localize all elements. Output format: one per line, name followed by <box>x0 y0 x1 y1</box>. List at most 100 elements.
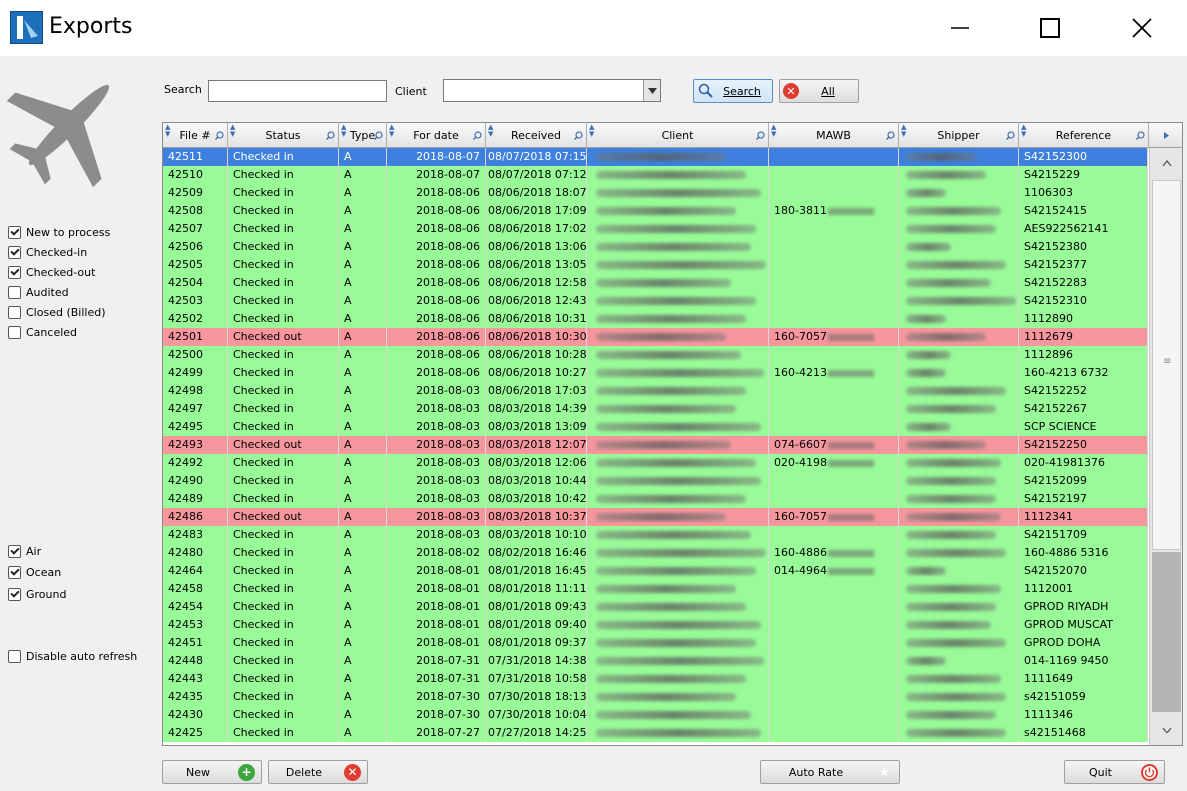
column-header-shipper[interactable]: ▲ ▼ Shipper <box>899 123 1019 147</box>
sort-icon[interactable]: ▲ ▼ <box>165 124 170 138</box>
checkbox-box[interactable] <box>8 325 21 339</box>
filter-search-icon[interactable] <box>374 131 383 140</box>
table-row[interactable]: 42443 Checked in A 2018-07-31 07/31/2018 10:… <box>163 670 1148 688</box>
filter-search-icon[interactable] <box>215 131 224 140</box>
checkbox-box[interactable] <box>8 565 21 579</box>
table-row[interactable]: 42506 Checked in A 2018-08-06 08/06/2018 13:… <box>163 238 1148 256</box>
scrollbar-track[interactable] <box>1152 552 1181 712</box>
column-header-type[interactable]: ▲ ▼ Type <box>339 123 387 147</box>
checkbox-box[interactable] <box>8 544 21 558</box>
checkbox-box[interactable] <box>8 285 21 299</box>
sort-icon[interactable]: ▲ ▼ <box>589 124 594 138</box>
table-row[interactable]: 42451 Checked in A 2018-08-01 08/01/2018 09:… <box>163 634 1148 652</box>
vertical-scrollbar[interactable]: ≡ <box>1149 148 1182 745</box>
minimize-icon[interactable] <box>937 8 983 48</box>
table-row[interactable]: 42464 Checked in A 2018-08-01 08/01/2018 16:… <box>163 562 1148 580</box>
sort-icon[interactable]: ▲ ▼ <box>389 124 394 138</box>
checkbox-box[interactable] <box>8 649 21 663</box>
cell-client-redacted <box>587 382 769 400</box>
table-row[interactable]: 42489 Checked in A 2018-08-03 08/03/2018 10:… <box>163 490 1148 508</box>
filter-search-icon[interactable] <box>1136 131 1145 140</box>
status-checkbox-closed-billed[interactable]: Closed (Billed) <box>8 304 106 320</box>
sort-icon[interactable]: ▲ ▼ <box>771 124 776 138</box>
dropdown-arrow-icon[interactable] <box>643 80 660 101</box>
checkbox-box[interactable] <box>8 225 21 239</box>
status-checkbox-canceled[interactable]: Canceled <box>8 324 77 340</box>
more-columns-icon[interactable] <box>1149 123 1182 147</box>
client-select[interactable] <box>443 79 661 102</box>
filter-search-icon[interactable] <box>326 131 335 140</box>
cell-file-number: 42502 <box>163 310 228 328</box>
filter-search-icon[interactable] <box>886 131 895 140</box>
status-checkbox-checked-in[interactable]: Checked-in <box>8 244 87 260</box>
disable-auto-refresh-checkbox[interactable]: Disable auto refresh <box>8 648 137 664</box>
status-checkbox-audited[interactable]: Audited <box>8 284 69 300</box>
search-input[interactable] <box>208 80 387 102</box>
scroll-up-icon[interactable] <box>1150 148 1182 178</box>
table-row[interactable]: 42509 Checked in A 2018-08-06 08/06/2018 18:… <box>163 184 1148 202</box>
table-row[interactable]: 42495 Checked in A 2018-08-03 08/03/2018 13:… <box>163 418 1148 436</box>
scroll-down-icon[interactable] <box>1150 715 1182 745</box>
column-header-mawb[interactable]: ▲ ▼ MAWB <box>769 123 899 147</box>
table-row[interactable]: 42500 Checked in A 2018-08-06 08/06/2018 10:… <box>163 346 1148 364</box>
table-row[interactable]: 42508 Checked in A 2018-08-06 08/06/2018 17:… <box>163 202 1148 220</box>
table-row[interactable]: 42448 Checked in A 2018-07-31 07/31/2018 14:… <box>163 652 1148 670</box>
column-header-status[interactable]: ▲ ▼ Status <box>228 123 339 147</box>
column-header-for-date[interactable]: ▲ ▼ For date <box>387 123 486 147</box>
table-row[interactable]: 42503 Checked in A 2018-08-06 08/06/2018 12:… <box>163 292 1148 310</box>
table-row[interactable]: 42499 Checked in A 2018-08-06 08/06/2018 10:… <box>163 364 1148 382</box>
delete-button[interactable]: Delete ✕ <box>268 760 368 784</box>
table-row[interactable]: 42497 Checked in A 2018-08-03 08/03/2018 14:… <box>163 400 1148 418</box>
table-row[interactable]: 42486 Checked out A 2018-08-03 08/03/2018 10… <box>163 508 1148 526</box>
column-header-received[interactable]: ▲ ▼ Received <box>486 123 587 147</box>
sort-icon[interactable]: ▲ ▼ <box>488 124 493 138</box>
filter-search-icon[interactable] <box>574 131 583 140</box>
sort-icon[interactable]: ▲ ▼ <box>1021 124 1026 138</box>
table-row[interactable]: 42507 Checked in A 2018-08-06 08/06/2018 17:… <box>163 220 1148 238</box>
quit-button[interactable]: Quit <box>1064 760 1165 784</box>
column-header-reference[interactable]: ▲ ▼ Reference <box>1019 123 1149 147</box>
all-button[interactable]: ✕ All <box>779 79 859 103</box>
table-row[interactable]: 42435 Checked in A 2018-07-30 07/30/2018 18:… <box>163 688 1148 706</box>
mode-checkbox-ground[interactable]: Ground <box>8 586 66 602</box>
table-row[interactable]: 42511 Checked in A 2018-08-07 08/07/2018 07:… <box>163 148 1148 166</box>
table-row[interactable]: 42430 Checked in A 2018-07-30 07/30/2018 10:… <box>163 706 1148 724</box>
maximize-icon[interactable] <box>1027 8 1073 48</box>
close-icon[interactable] <box>1119 8 1165 48</box>
checkbox-box[interactable] <box>8 587 21 601</box>
table-row[interactable]: 42454 Checked in A 2018-08-01 08/01/2018 09:… <box>163 598 1148 616</box>
column-header-file[interactable]: ▲ ▼ File # <box>163 123 228 147</box>
table-row[interactable]: 42490 Checked in A 2018-08-03 08/03/2018 10:… <box>163 472 1148 490</box>
auto-rate-button[interactable]: Auto Rate ★ <box>760 760 900 784</box>
table-row[interactable]: 42483 Checked in A 2018-08-03 08/03/2018 10:… <box>163 526 1148 544</box>
scrollbar-thumb[interactable]: ≡ <box>1152 180 1181 550</box>
table-row[interactable]: 42505 Checked in A 2018-08-06 08/06/2018 13:… <box>163 256 1148 274</box>
table-row[interactable]: 42458 Checked in A 2018-08-01 08/01/2018 11:… <box>163 580 1148 598</box>
new-button[interactable]: New + <box>162 760 262 784</box>
filter-search-icon[interactable] <box>473 131 482 140</box>
table-row[interactable]: 42480 Checked in A 2018-08-02 08/02/2018 16:… <box>163 544 1148 562</box>
filter-search-icon[interactable] <box>1006 131 1015 140</box>
table-row[interactable]: 42502 Checked in A 2018-08-06 08/06/2018 10:… <box>163 310 1148 328</box>
mode-checkbox-ocean[interactable]: Ocean <box>8 564 61 580</box>
status-checkbox-new-to-process[interactable]: New to process <box>8 224 110 240</box>
sort-icon[interactable]: ▲ ▼ <box>901 124 906 138</box>
sort-icon[interactable]: ▲ ▼ <box>230 124 235 138</box>
table-row[interactable]: 42453 Checked in A 2018-08-01 08/01/2018 09:… <box>163 616 1148 634</box>
sort-icon[interactable]: ▲ ▼ <box>341 124 346 138</box>
table-row[interactable]: 42510 Checked in A 2018-08-07 08/07/2018 07:… <box>163 166 1148 184</box>
table-row[interactable]: 42492 Checked in A 2018-08-03 08/03/2018 12:… <box>163 454 1148 472</box>
filter-search-icon[interactable] <box>756 131 765 140</box>
table-row[interactable]: 42504 Checked in A 2018-08-06 08/06/2018 12:… <box>163 274 1148 292</box>
table-row[interactable]: 42498 Checked in A 2018-08-03 08/06/2018 17:… <box>163 382 1148 400</box>
checkbox-box[interactable] <box>8 245 21 259</box>
column-header-client[interactable]: ▲ ▼ Client <box>587 123 769 147</box>
table-row[interactable]: 42493 Checked out A 2018-08-03 08/03/2018 12… <box>163 436 1148 454</box>
table-row[interactable]: 42501 Checked out A 2018-08-06 08/06/2018 10… <box>163 328 1148 346</box>
checkbox-box[interactable] <box>8 265 21 279</box>
status-checkbox-checked-out[interactable]: Checked-out <box>8 264 95 280</box>
checkbox-box[interactable] <box>8 305 21 319</box>
search-button[interactable]: Search <box>693 79 773 103</box>
table-row[interactable]: 42425 Checked in A 2018-07-27 07/27/2018 14:… <box>163 724 1148 742</box>
mode-checkbox-air[interactable]: Air <box>8 543 41 559</box>
